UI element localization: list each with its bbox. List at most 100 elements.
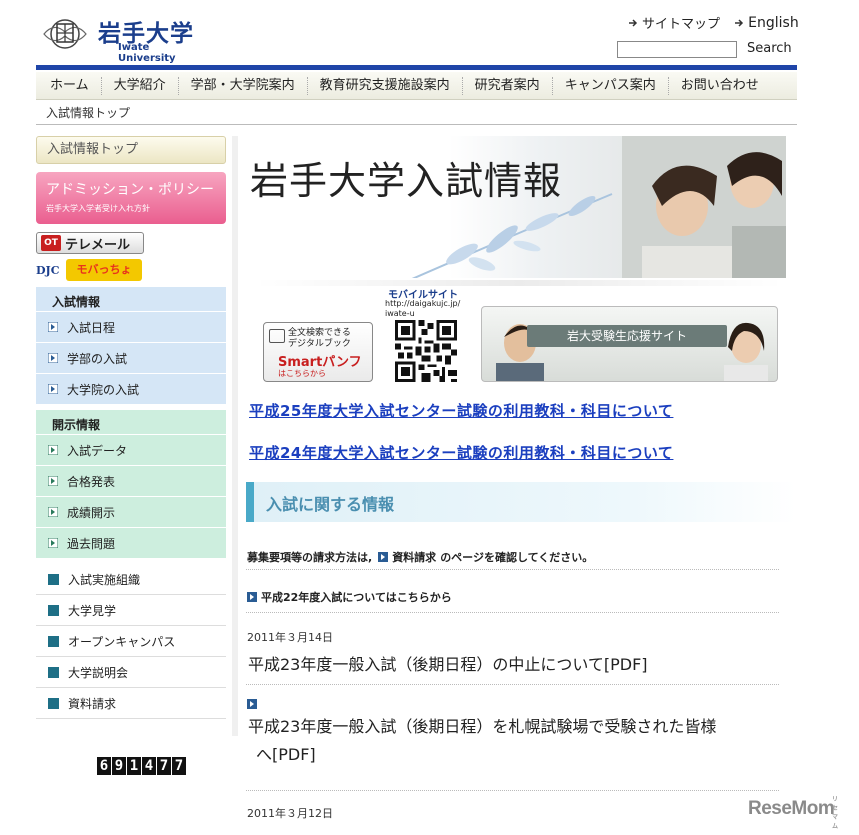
- h22-exam-link[interactable]: 平成22年度入試についてはこちらから: [247, 589, 452, 605]
- sidebar-item-score-disclosure[interactable]: 成績開示: [36, 496, 226, 527]
- sidebar-item-exam-data[interactable]: 入試データ: [36, 434, 226, 465]
- section-title: 入試に関する情報: [266, 495, 395, 514]
- smart-pamphlet-banner[interactable]: 全文検索できる デジタルブック Smartパンフ はこちらから: [263, 322, 373, 382]
- request-info-line: 募集要項等の請求方法は, 資料請求 のページを確認してください。: [247, 549, 594, 565]
- square-bullet-icon: [48, 604, 59, 616]
- arrow-square-icon: [247, 592, 257, 602]
- arrow-square-icon: [378, 552, 389, 562]
- divider: [246, 569, 779, 570]
- square-bullet-icon: [48, 573, 59, 585]
- counter-digit: 4: [142, 757, 156, 775]
- resemom-watermark: ReseMom リセマム: [748, 797, 838, 830]
- qr-code-icon[interactable]: [395, 320, 457, 382]
- sidebar-item-campus-visit[interactable]: 大学見学: [36, 595, 226, 626]
- nav-campus[interactable]: キャンパス案内: [551, 76, 668, 95]
- counter-digit: 6: [97, 757, 111, 775]
- sidebar-item-graduate-exam[interactable]: 大学院の入試: [36, 373, 226, 404]
- square-bullet-icon: [48, 635, 59, 647]
- sidebar-group-heading: 開示情報: [52, 418, 101, 432]
- student-photo-icon: [496, 324, 544, 381]
- counter-digit: 1: [127, 757, 141, 775]
- admission-policy-banner[interactable]: アドミッション・ポリシー 岩手大学入学者受け入れ方針: [36, 172, 226, 224]
- arrow-square-icon: [48, 445, 58, 455]
- counter-digit: 7: [172, 757, 186, 775]
- arrow-square-icon: [48, 507, 58, 517]
- sidebar-item-results[interactable]: 合格発表: [36, 465, 226, 496]
- support-site-label: 岩大受験生応援サイト: [527, 325, 727, 347]
- request-docs-link[interactable]: 資料請求: [392, 549, 436, 565]
- sidebar-group-exam-info: 入試情報 入試日程 学部の入試 大学院の入試: [36, 287, 226, 404]
- sidebar: 入試情報トップ アドミッション・ポリシー 岩手大学入学者受け入れ方針 OT テレ…: [36, 136, 226, 719]
- mobile-site-url: http://daigakujc.jp/ iwate-u: [385, 299, 461, 318]
- section-heading: 入試に関する情報: [246, 482, 796, 522]
- arrow-right-icon: [629, 18, 638, 27]
- arrow-square-icon: [247, 699, 257, 709]
- arrow-square-icon: [48, 538, 58, 548]
- news-date: 2011年３月14日: [247, 631, 333, 644]
- book-icon: [269, 329, 285, 343]
- notice-link-h25[interactable]: 平成25年度大学入試センター試験の利用教科・科目について: [249, 400, 673, 421]
- counter-digit: 7: [157, 757, 171, 775]
- breadcrumb-divider: [36, 124, 797, 125]
- utility-links: サイトマップ English: [628, 13, 799, 33]
- hero-banner: 岩手大学入試情報: [242, 136, 786, 278]
- nav-home[interactable]: ホーム: [36, 77, 101, 95]
- logo-text-en: Iwate University: [118, 42, 176, 64]
- arrow-square-icon: [48, 384, 58, 394]
- university-emblem-icon: [43, 19, 87, 49]
- counter-digit: 9: [112, 757, 126, 775]
- divider: [246, 612, 779, 613]
- square-bullet-icon: [48, 697, 59, 709]
- sidebar-item-organization[interactable]: 入試実施組織: [36, 564, 226, 595]
- student-photo-icon: [724, 322, 768, 381]
- arrow-square-icon: [48, 322, 58, 332]
- sidebar-plain-list: 入試実施組織 大学見学 オープンキャンパス 大学説明会 資料請求: [36, 564, 226, 719]
- university-logo[interactable]: 岩手大学 Iwate University: [38, 12, 208, 64]
- arrow-square-icon: [48, 476, 58, 486]
- header-divider: [36, 65, 797, 70]
- policy-subtitle: 岩手大学入学者受け入れ方針: [46, 204, 150, 213]
- hero-shadow: [254, 280, 784, 286]
- news-link[interactable]: 平成23年度一般入試（後期日程）を札幌試験場で受験された皆様 へ[PDF]: [248, 714, 716, 768]
- smart-pamphlet-desc: 全文検索できる デジタルブック: [288, 328, 351, 349]
- nav-facilities[interactable]: 教育研究支援施設案内: [306, 76, 462, 95]
- square-bullet-icon: [48, 666, 59, 678]
- mobachou-banner[interactable]: DJC モバっちょ: [36, 259, 144, 281]
- djc-label: DJC: [36, 263, 60, 277]
- search-button[interactable]: Search: [747, 41, 792, 56]
- english-link[interactable]: English: [734, 15, 799, 31]
- applicant-support-banner[interactable]: 岩大受験生応援サイト: [481, 306, 778, 382]
- sidebar-item-request-docs[interactable]: 資料請求: [36, 688, 226, 719]
- students-photo-icon: [622, 136, 786, 278]
- sidebar-item-past-exams[interactable]: 過去問題: [36, 527, 226, 558]
- sidebar-item-schedule[interactable]: 入試日程: [36, 311, 226, 342]
- hero-title: 岩手大学入試情報: [250, 159, 563, 203]
- notice-link-h24[interactable]: 平成24年度大学入試センター試験の利用教科・科目について: [249, 442, 673, 463]
- divider: [246, 790, 779, 791]
- smart-pamphlet-more: はこちらから: [278, 369, 326, 378]
- column-separator: [232, 136, 238, 736]
- news-link[interactable]: 平成23年度一般入試（後期日程）の中止について[PDF]: [248, 652, 648, 678]
- arrow-square-icon: [48, 353, 58, 363]
- breadcrumb: 入試情報トップ: [46, 106, 131, 120]
- sidebar-item-open-campus[interactable]: オープンキャンパス: [36, 626, 226, 657]
- telemail-banner[interactable]: OT テレメール: [36, 232, 144, 254]
- nav-faculties[interactable]: 学部・大学院案内: [177, 76, 307, 95]
- divider: [246, 684, 779, 685]
- mobachou-logo: モバっちょ: [66, 259, 142, 281]
- telemail-icon: OT: [41, 235, 61, 251]
- visitor-counter: 6 9 1 4 7 7: [97, 757, 187, 775]
- nav-contact[interactable]: お問い合わせ: [667, 76, 771, 95]
- search-input[interactable]: [617, 41, 737, 58]
- sidebar-item-faculty-exam[interactable]: 学部の入試: [36, 342, 226, 373]
- sidebar-item-briefing[interactable]: 大学説明会: [36, 657, 226, 688]
- sidebar-top-link[interactable]: 入試情報トップ: [36, 136, 226, 164]
- nav-about[interactable]: 大学紹介: [100, 76, 178, 95]
- arrow-right-icon: [735, 18, 744, 27]
- nav-researchers[interactable]: 研究者案内: [461, 76, 552, 95]
- sidebar-group-heading: 入試情報: [52, 295, 101, 309]
- sitemap-link[interactable]: サイトマップ: [628, 13, 720, 32]
- global-nav: ホーム 大学紹介 学部・大学院案内 教育研究支援施設案内 研究者案内 キャンパス…: [36, 72, 797, 100]
- telemail-label: テレメール: [65, 237, 131, 253]
- sidebar-group-disclosure: 開示情報 入試データ 合格発表 成績開示 過去問題: [36, 410, 226, 558]
